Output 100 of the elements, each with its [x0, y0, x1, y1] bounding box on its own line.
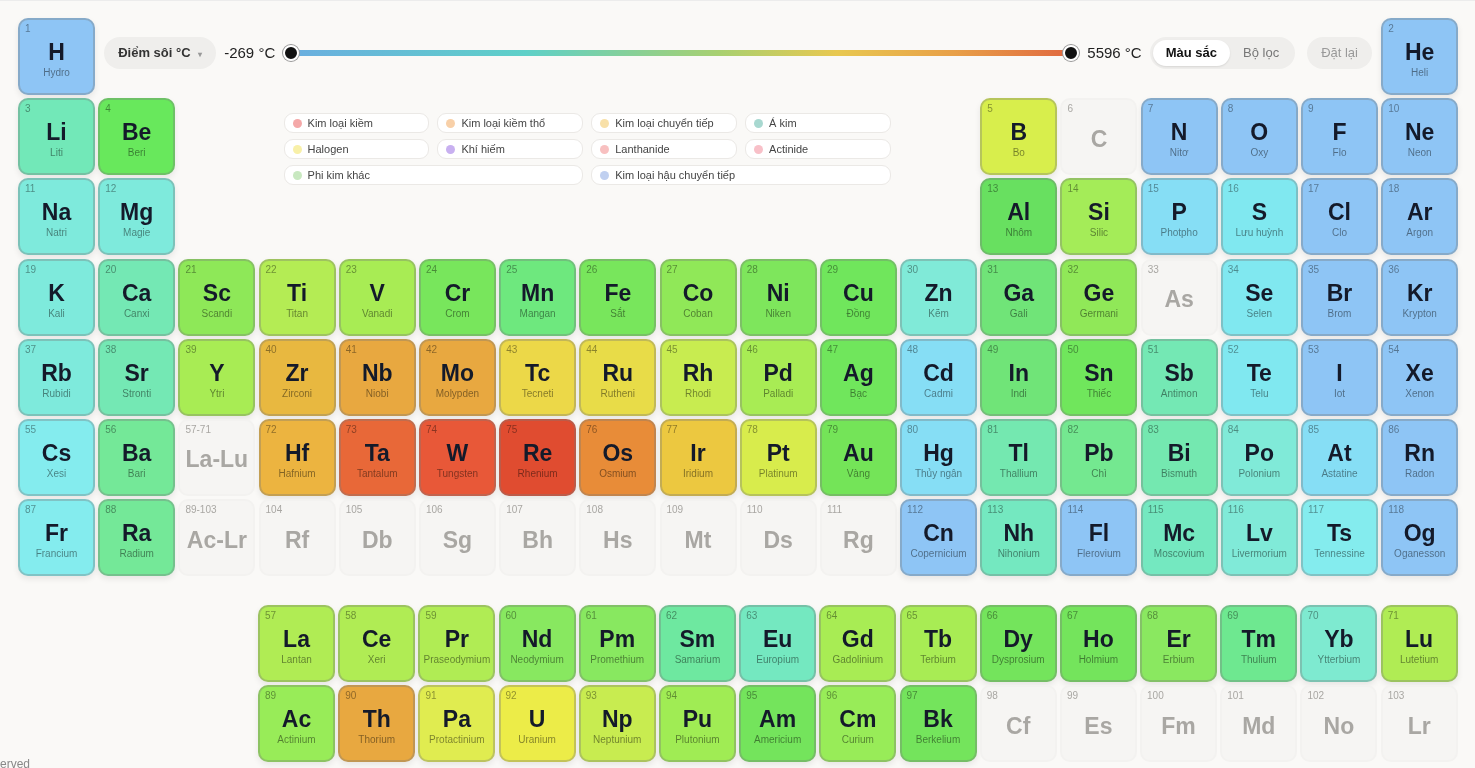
element-tile[interactable]: 26 Fe Sắt [579, 258, 657, 336]
element-tile[interactable]: 13 Al Nhôm [980, 178, 1058, 256]
element-tile[interactable]: 83 Bi Bismuth [1140, 418, 1218, 496]
element-tile[interactable]: 86 Rn Radon [1381, 418, 1459, 496]
element-tile[interactable]: 17 Cl Clo [1301, 178, 1378, 256]
element-tile[interactable]: 72 Hf Hafnium [258, 418, 336, 496]
element-tile[interactable]: 57 La Lantan [258, 605, 335, 683]
element-tile[interactable]: 8 O Oxy [1220, 98, 1298, 176]
legend-item[interactable]: Kim loại hậu chuyển tiếp [591, 165, 891, 186]
element-tile[interactable]: 7 N Nitơ [1140, 98, 1218, 176]
element-tile[interactable]: 51 Sb Antimon [1140, 338, 1218, 416]
element-tile[interactable]: 87 Fr Francium [18, 499, 95, 577]
element-tile[interactable]: 22 Ti Titan [258, 258, 336, 336]
element-tile[interactable]: 61 Pm Promethium [578, 605, 656, 683]
legend-item[interactable]: Kim loại kiềm [283, 113, 430, 134]
legend-item[interactable]: Halogen [283, 139, 430, 160]
element-tile[interactable]: 40 Zr Zirconi [258, 338, 336, 416]
element-tile[interactable]: 97 Bk Berkelium [899, 685, 977, 763]
element-tile[interactable]: 39 Y Ytri [178, 338, 256, 416]
element-tile[interactable]: 85 At Astatine [1301, 418, 1378, 496]
element-tile[interactable]: 70 Yb Ytterbium [1300, 605, 1378, 683]
element-tile[interactable]: 23 V Vanadi [338, 258, 416, 336]
element-tile[interactable]: 68 Er Erbium [1140, 605, 1218, 683]
legend-item[interactable]: Kim loại kiềm thổ [437, 113, 584, 134]
element-tile[interactable]: 14 Si Silic [1060, 178, 1138, 256]
element-tile[interactable]: 95 Am Americium [739, 685, 817, 763]
element-tile[interactable]: 34 Se Selen [1220, 258, 1298, 336]
element-tile[interactable]: 27 Co Coban [659, 258, 737, 336]
element-tile[interactable]: 91 Pa Protactinium [418, 685, 496, 763]
element-tile[interactable]: 80 Hg Thủy ngân [900, 418, 978, 496]
element-tile[interactable]: 9 F Flo [1301, 98, 1378, 176]
element-tile[interactable]: 66 Dy Dysprosium [979, 605, 1057, 683]
element-tile[interactable]: 12 Mg Magie [98, 178, 176, 256]
element-tile[interactable]: 62 Sm Samarium [658, 605, 736, 683]
element-tile[interactable]: 35 Br Brom [1301, 258, 1378, 336]
element-tile[interactable]: 43 Tc Tecneti [499, 338, 577, 416]
element-tile[interactable]: 79 Au Vàng [819, 418, 897, 496]
element-tile[interactable]: 89 Ac Actinium [258, 685, 335, 763]
element-tile[interactable]: 59 Pr Praseodymium [418, 605, 496, 683]
element-tile[interactable]: 112 Cn Copernicium [900, 499, 978, 577]
element-tile[interactable]: 117 Ts Tennessine [1301, 499, 1378, 577]
element-tile[interactable]: 88 Ra Radium [98, 499, 176, 577]
element-tile[interactable]: 64 Gd Gadolinium [819, 605, 897, 683]
element-tile[interactable]: 32 Ge Germani [1060, 258, 1138, 336]
element-tile[interactable]: 31 Ga Gali [980, 258, 1058, 336]
element-tile[interactable]: 30 Zn Kẽm [900, 258, 978, 336]
element-tile[interactable]: 76 Os Osmium [579, 418, 657, 496]
element-tile[interactable]: 46 Pd Palladi [739, 338, 817, 416]
legend-item[interactable]: Lanthanide [591, 139, 738, 160]
element-tile[interactable]: 118 Og Oganesson [1381, 499, 1459, 577]
legend-item[interactable]: Actinide [745, 139, 891, 160]
element-tile[interactable]: 48 Cd Cadmi [900, 338, 978, 416]
element-tile[interactable]: 56 Ba Bari [98, 418, 176, 496]
element-tile[interactable]: 67 Ho Holmium [1059, 605, 1137, 683]
element-tile[interactable]: 15 P Photpho [1140, 178, 1218, 256]
element-tile[interactable]: 4 Be Beri [98, 98, 176, 176]
element-tile[interactable]: 2 He Heli [1381, 18, 1459, 95]
element-tile[interactable]: 81 Tl Thallium [980, 418, 1058, 496]
slider-thumb[interactable] [1063, 44, 1080, 61]
element-tile[interactable]: 75 Re Rhenium [499, 418, 577, 496]
element-tile[interactable]: 60 Nd Neodymium [498, 605, 576, 683]
element-tile[interactable]: 113 Nh Nihonium [980, 499, 1058, 577]
legend-item[interactable]: Kim loại chuyển tiếp [591, 113, 738, 134]
element-tile[interactable]: 92 U Uranium [498, 685, 576, 763]
element-tile[interactable]: 94 Pu Plutonium [658, 685, 736, 763]
element-tile[interactable]: 16 S Lưu huỳnh [1220, 178, 1298, 256]
element-tile[interactable]: 5 B Bo [980, 98, 1058, 176]
element-tile[interactable]: 45 Rh Rhodi [659, 338, 737, 416]
element-tile[interactable]: 58 Ce Xeri [338, 605, 416, 683]
element-tile[interactable]: 63 Eu Europium [739, 605, 817, 683]
element-tile[interactable]: 36 Kr Krypton [1381, 258, 1459, 336]
element-tile[interactable]: 82 Pb Chì [1060, 418, 1138, 496]
element-tile[interactable]: 47 Ag Bạc [819, 338, 897, 416]
element-tile[interactable]: 24 Cr Crom [418, 258, 496, 336]
legend-item[interactable]: Khí hiếm [437, 139, 584, 160]
element-tile[interactable]: 52 Te Telu [1220, 338, 1298, 416]
element-tile[interactable]: 18 Ar Argon [1381, 178, 1459, 256]
element-tile[interactable]: 28 Ni Niken [739, 258, 817, 336]
element-tile[interactable]: 90 Th Thorium [338, 685, 416, 763]
element-tile[interactable]: 93 Np Neptunium [578, 685, 656, 763]
element-tile[interactable]: 21 Sc Scandi [178, 258, 256, 336]
element-tile[interactable]: 53 I Iot [1301, 338, 1378, 416]
element-tile[interactable]: 71 Lu Lutetium [1380, 605, 1458, 683]
element-tile[interactable]: 25 Mn Mangan [499, 258, 577, 336]
slider-thumb[interactable] [283, 44, 300, 61]
element-tile[interactable]: 41 Nb Niobi [338, 338, 416, 416]
element-tile[interactable]: 55 Cs Xesi [18, 418, 95, 496]
legend-item[interactable]: Á kim [745, 113, 891, 134]
element-tile[interactable]: 38 Sr Stronti [98, 338, 176, 416]
element-tile[interactable]: 65 Tb Terbium [899, 605, 977, 683]
element-tile[interactable]: 74 W Tungsten [418, 418, 496, 496]
element-tile[interactable]: 1 H Hydro [18, 18, 95, 95]
element-tile[interactable]: 49 In Indi [980, 338, 1058, 416]
element-tile[interactable]: 19 K Kali [18, 258, 95, 336]
element-tile[interactable]: 3 Li Liti [18, 98, 95, 176]
element-tile[interactable]: 50 Sn Thiếc [1060, 338, 1138, 416]
element-tile[interactable]: 29 Cu Đồng [819, 258, 897, 336]
element-tile[interactable]: 96 Cm Curium [819, 685, 897, 763]
mode-tab[interactable]: Màu sắc [1152, 39, 1230, 66]
element-tile[interactable]: 77 Ir Iridium [659, 418, 737, 496]
